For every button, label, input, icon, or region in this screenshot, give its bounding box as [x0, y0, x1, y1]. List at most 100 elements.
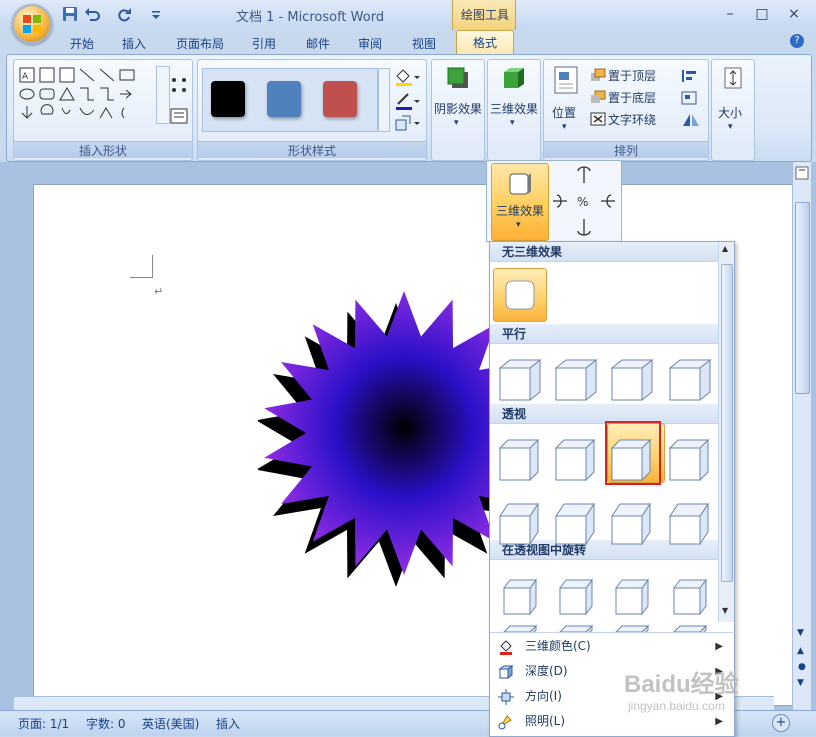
shape-outline-icon[interactable] [394, 92, 420, 110]
menu-3d-color[interactable]: 三维颜色(C) ▶ [490, 634, 733, 659]
depth-icon [498, 665, 514, 679]
rotation-option-4[interactable] [673, 578, 707, 616]
edit-shape-icon[interactable] [170, 76, 188, 94]
send-back-button[interactable]: 置于底层 [608, 89, 656, 106]
tab-references[interactable]: 引用 [252, 34, 276, 54]
3d-flyout-dropdown-icon: ▾ [516, 220, 521, 230]
close-button[interactable]: × [780, 4, 808, 24]
rotation-option-1[interactable] [503, 578, 537, 616]
3d-dropdown-icon[interactable]: ▾ [510, 118, 515, 128]
undo-icon[interactable] [84, 6, 100, 22]
vertical-scrollbar[interactable]: ▼ ▲ ● ▼ [792, 162, 811, 710]
change-shape-icon[interactable] [394, 114, 420, 132]
size-icon[interactable] [722, 66, 744, 90]
tab-insert[interactable]: 插入 [122, 34, 146, 54]
3d-effects-gallery: 无三维效果 平行 透视 在透视图中旋转 ▲ ▼ 三维颜色(C) ▶ 深度(D) … [489, 241, 735, 737]
perspective-option-7[interactable] [611, 502, 651, 546]
parallel-option-2[interactable] [554, 358, 598, 402]
perspective-option-8[interactable] [669, 502, 709, 546]
position-icon[interactable] [554, 66, 578, 94]
text-wrap-button[interactable]: 文字环绕 [608, 111, 656, 128]
parallel-option-1[interactable] [498, 358, 542, 402]
bring-front-icon[interactable] [590, 68, 606, 82]
gallery-scroll-thumb[interactable] [721, 264, 733, 582]
svg-text:A: A [22, 72, 29, 82]
status-words[interactable]: 字数: 0 [86, 715, 126, 732]
maximize-button[interactable]: □ [748, 4, 776, 24]
paint-bucket-icon [500, 640, 512, 655]
shapes-gallery[interactable]: A [18, 66, 156, 124]
select-browse-icon[interactable]: ● [798, 662, 806, 672]
3d-effects-flyout-button[interactable]: 三维效果 ▾ [491, 163, 549, 241]
shapes-scroll[interactable] [156, 66, 170, 124]
dropdown-icon[interactable] [148, 6, 164, 22]
style-swatch-black[interactable] [211, 81, 245, 117]
perspective-option-2[interactable] [554, 438, 596, 482]
status-page[interactable]: 页面: 1/1 [18, 715, 69, 732]
parallel-option-3[interactable] [610, 358, 654, 402]
style-swatch-red[interactable] [323, 81, 357, 117]
perspective-option-1[interactable] [498, 438, 540, 482]
shadow-effects-button[interactable]: 阴影效果 [432, 100, 484, 117]
zoom-in-icon[interactable]: + [772, 714, 790, 732]
group-shadow-effects: 阴影效果 ▾ [431, 59, 485, 161]
position-button[interactable]: 位置 [552, 104, 576, 121]
3d-effects-icon[interactable] [502, 66, 526, 90]
perspective-option-5[interactable] [499, 502, 539, 546]
office-button[interactable] [12, 4, 52, 44]
tab-format[interactable]: 格式 [456, 30, 514, 56]
rotation-option-3[interactable] [615, 578, 649, 616]
perspective-option-3[interactable] [610, 438, 652, 482]
size-dropdown-icon[interactable]: ▾ [728, 122, 733, 132]
styles-scroll[interactable] [378, 68, 390, 132]
parallel-option-4[interactable] [668, 358, 712, 402]
group-insert-shapes: A 插入形状 [13, 59, 193, 161]
insert-shapes-label: 插入形状 [14, 141, 192, 158]
arrange-label: 排列 [544, 141, 708, 158]
menu-direction-label: 方向(I) [525, 689, 562, 703]
status-insert-mode[interactable]: 插入 [216, 715, 240, 732]
3d-option-grid [498, 358, 712, 632]
tab-view[interactable]: 视图 [412, 34, 436, 54]
gallery-scroll-up-icon[interactable]: ▲ [722, 244, 728, 253]
next-page-icon[interactable]: ▼ [797, 678, 804, 688]
rotation-option-2[interactable] [559, 578, 593, 616]
style-swatch-blue[interactable] [267, 81, 301, 117]
text-wrap-icon[interactable] [590, 112, 606, 126]
text-box-icon[interactable] [170, 108, 188, 124]
shadow-dropdown-icon[interactable]: ▾ [454, 118, 459, 128]
gallery-scroll-down-icon[interactable]: ▼ [722, 606, 728, 615]
watermark-text: Baidu经验 [624, 670, 739, 698]
tab-mailings[interactable]: 邮件 [306, 34, 330, 54]
position-dropdown-icon[interactable]: ▾ [562, 122, 567, 132]
gallery-scrollbar[interactable]: ▲ ▼ [718, 242, 734, 622]
align-group-rotate-icons[interactable] [680, 68, 704, 132]
tilt-controls[interactable]: % [551, 165, 617, 237]
vertical-scroll-thumb[interactable] [795, 202, 810, 394]
prev-page-icon[interactable]: ▲ [797, 646, 804, 656]
help-icon[interactable]: ? [790, 34, 804, 48]
tab-review[interactable]: 审阅 [358, 34, 382, 54]
paragraph-mark: ↵ [154, 285, 164, 298]
tab-page-layout[interactable]: 页面布局 [176, 34, 224, 54]
3d-effects-button[interactable]: 三维效果 [488, 100, 540, 117]
scroll-down-icon[interactable]: ▼ [797, 628, 804, 638]
size-button[interactable]: 大小 [718, 104, 742, 121]
bring-front-button[interactable]: 置于顶层 [608, 67, 656, 84]
minimize-button[interactable]: – [716, 4, 744, 24]
office-logo-icon [23, 15, 41, 33]
3d-effects-flyout-label: 三维效果 [496, 204, 545, 218]
shadow-effects-icon[interactable] [446, 66, 470, 90]
perspective-option-6[interactable] [555, 502, 595, 546]
status-language[interactable]: 英语(美国) [142, 715, 199, 732]
save-icon[interactable] [62, 6, 78, 22]
group-3d-effects: 三维效果 ▾ [487, 59, 541, 161]
menu-separator [490, 632, 733, 633]
drawing-tools-context: 绘图工具 [452, 0, 516, 30]
perspective-option-4[interactable] [668, 438, 710, 482]
shape-fill-icon[interactable] [394, 68, 420, 86]
tab-home[interactable]: 开始 [70, 34, 94, 54]
redo-icon[interactable] [116, 6, 132, 22]
send-back-icon[interactable] [590, 90, 606, 104]
ruler-toggle-icon[interactable] [795, 166, 809, 180]
